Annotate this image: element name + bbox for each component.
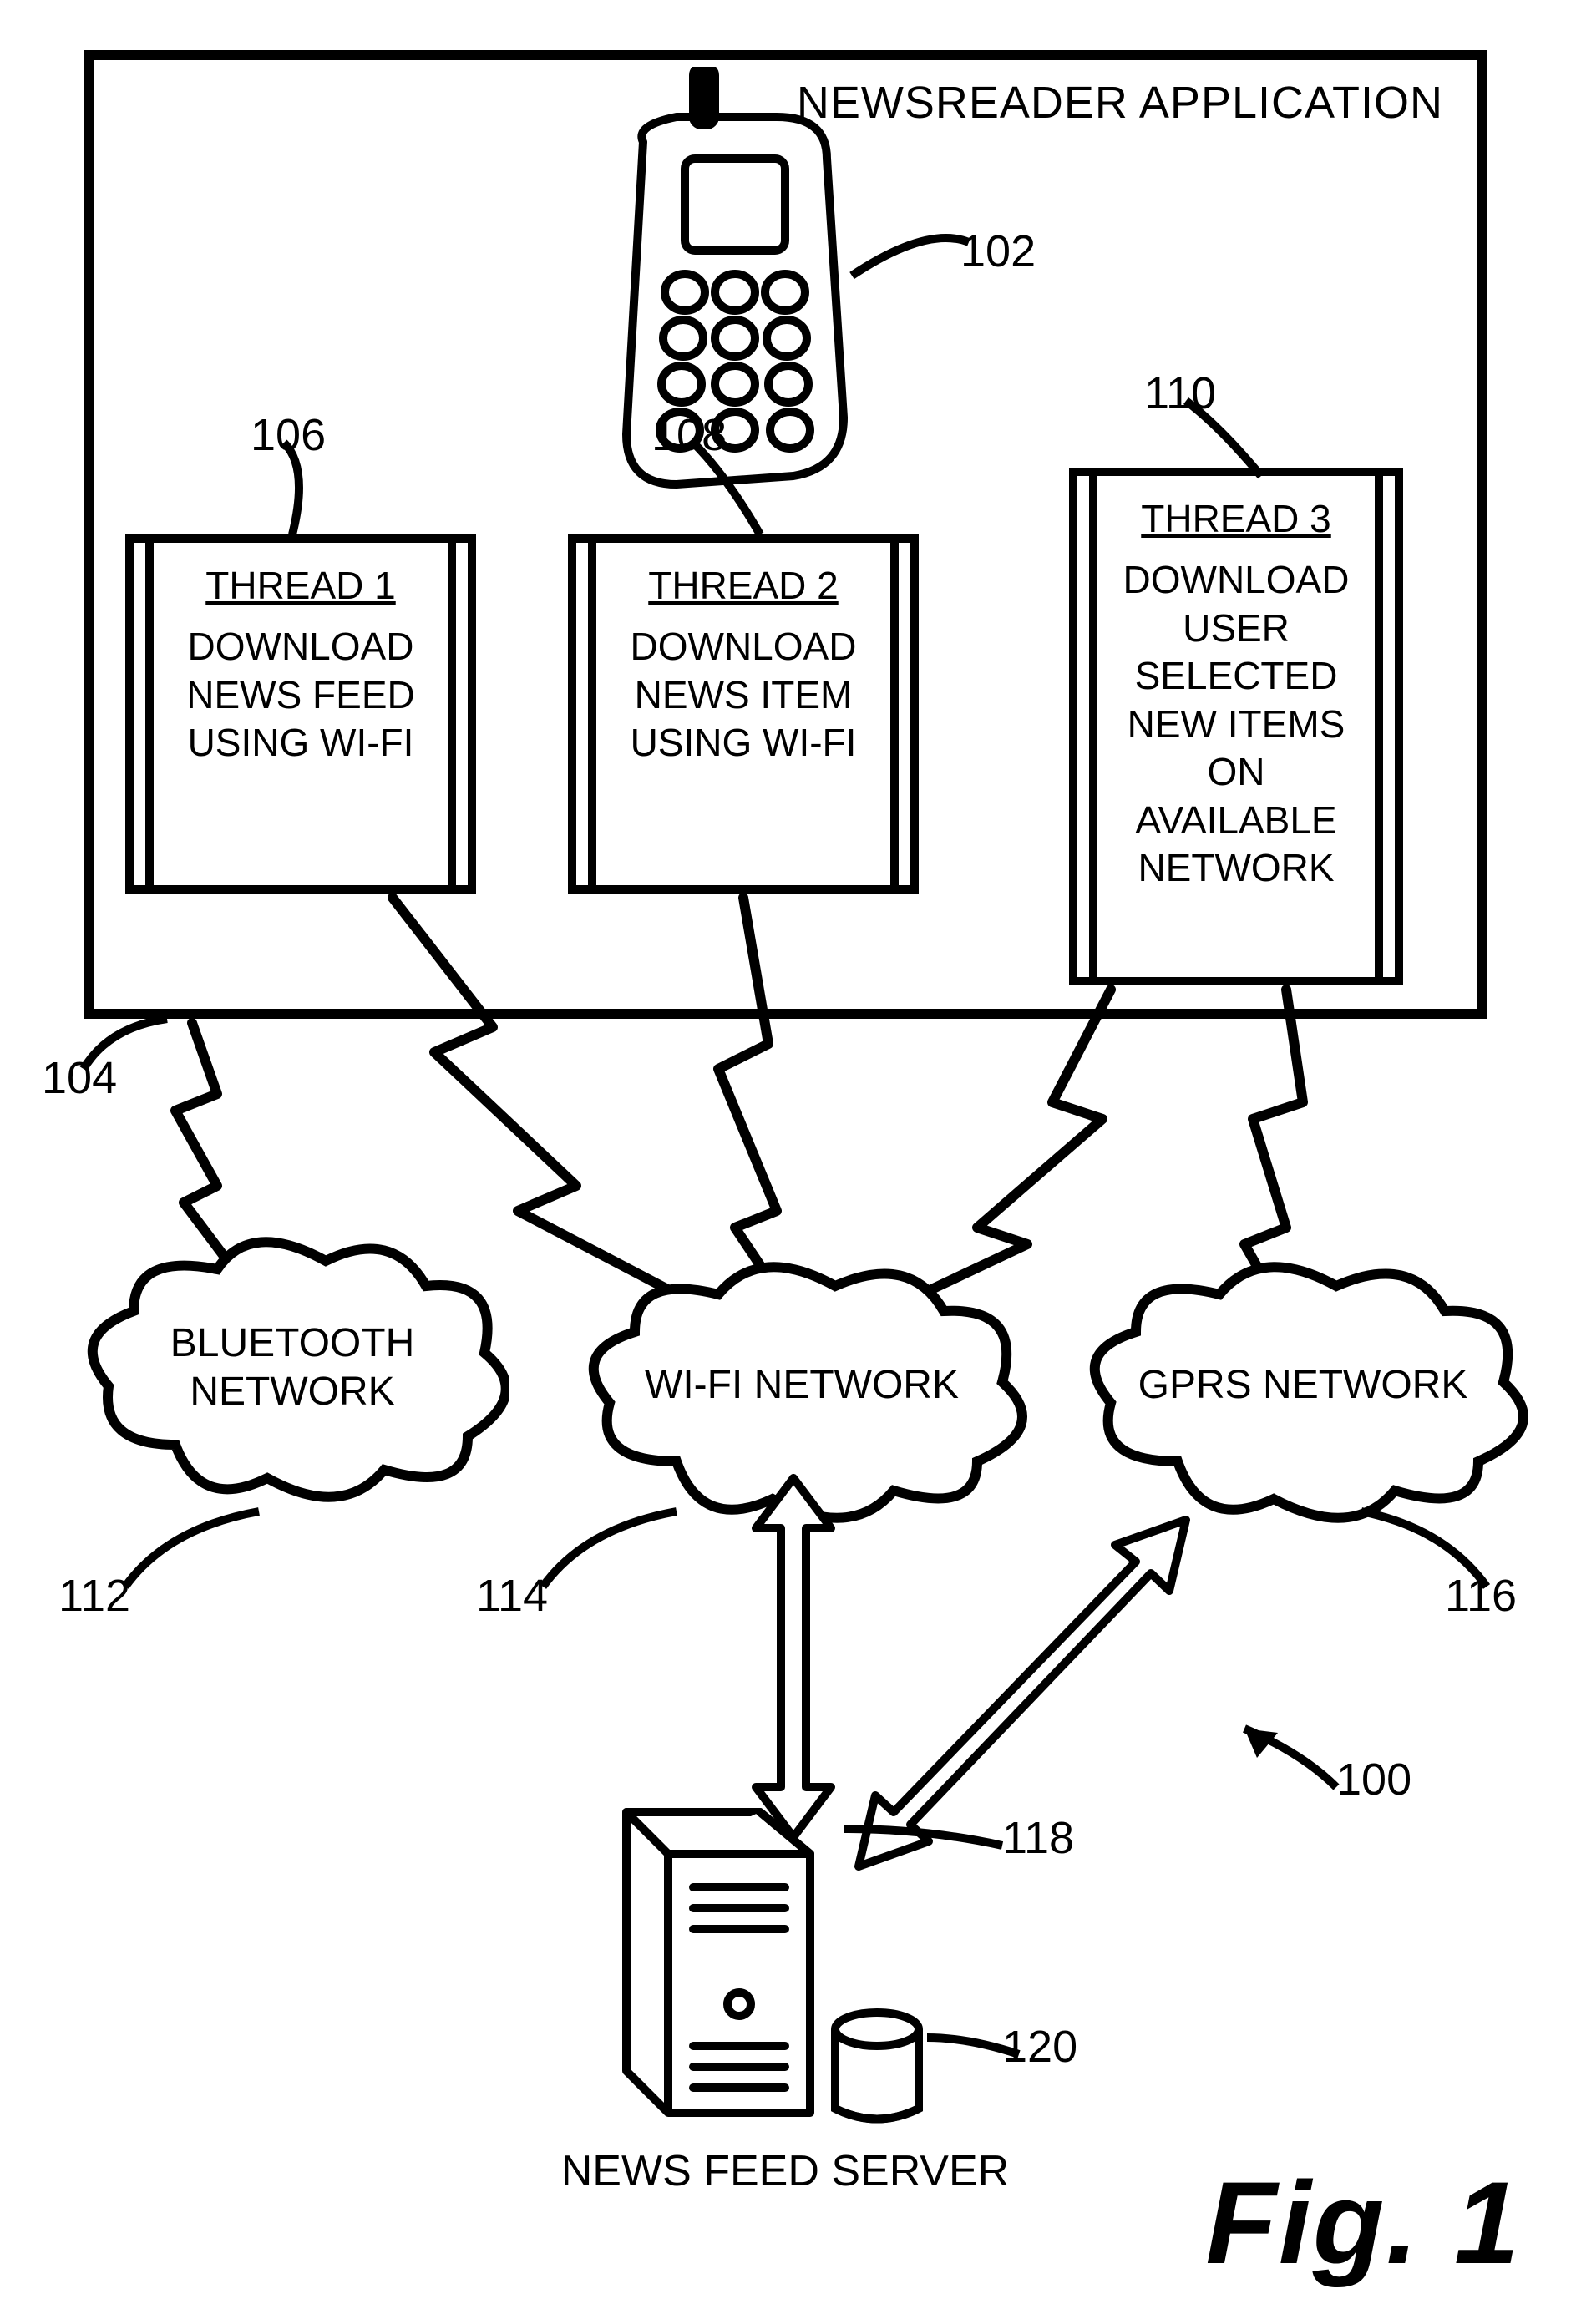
decor-bar: [890, 534, 899, 894]
decor-bar: [145, 534, 154, 894]
thread-2-title: THREAD 2: [605, 563, 882, 608]
leader-curve: [535, 1503, 685, 1595]
thread-2-box: THREAD 2 DOWNLOAD NEWS ITEM USING WI-FI: [568, 534, 919, 894]
bluetooth-cloud-label: BLUETOOTH NETWORK: [100, 1319, 484, 1415]
thread-3-title: THREAD 3: [1106, 496, 1366, 541]
decor-bar: [588, 534, 596, 894]
thread-3-box: THREAD 3 DOWNLOAD USER SELECTED NEW ITEM…: [1069, 468, 1403, 985]
thread-1-box: THREAD 1 DOWNLOAD NEWS FEED USING WI-FI: [125, 534, 476, 894]
leader-curve: [1353, 1503, 1503, 1595]
leader-curve: [844, 217, 977, 301]
thread-3-body: DOWNLOAD USER SELECTED NEW ITEMS ON AVAI…: [1106, 556, 1366, 893]
server-label: NEWS FEED SERVER: [551, 2146, 1019, 2196]
thread-2-body: DOWNLOAD NEWS ITEM USING WI-FI: [605, 623, 882, 767]
arrowhead-icon: [1203, 1712, 1353, 1804]
figure-caption: Fig. 1: [1205, 2155, 1521, 2291]
wifi-cloud-label: WI-FI NETWORK: [593, 1361, 1011, 1410]
thread-1-title: THREAD 1: [162, 563, 439, 608]
leader-curve: [835, 1820, 1019, 1879]
decor-bar: [1375, 468, 1383, 985]
decor-bar: [448, 534, 456, 894]
leader-curve: [651, 434, 785, 543]
leader-curve: [1144, 392, 1278, 484]
figure-page: NEWSREADER APPLICATION: [0, 0, 1571, 2324]
gprs-cloud-label: GPRS NETWORK: [1094, 1361, 1512, 1410]
decor-bar: [1089, 468, 1097, 985]
thread-1-body: DOWNLOAD NEWS FEED USING WI-FI: [162, 623, 439, 767]
leader-curve: [919, 2029, 1027, 2079]
leader-curve: [75, 1010, 175, 1077]
leader-curve: [117, 1503, 267, 1595]
leader-curve: [251, 434, 351, 543]
